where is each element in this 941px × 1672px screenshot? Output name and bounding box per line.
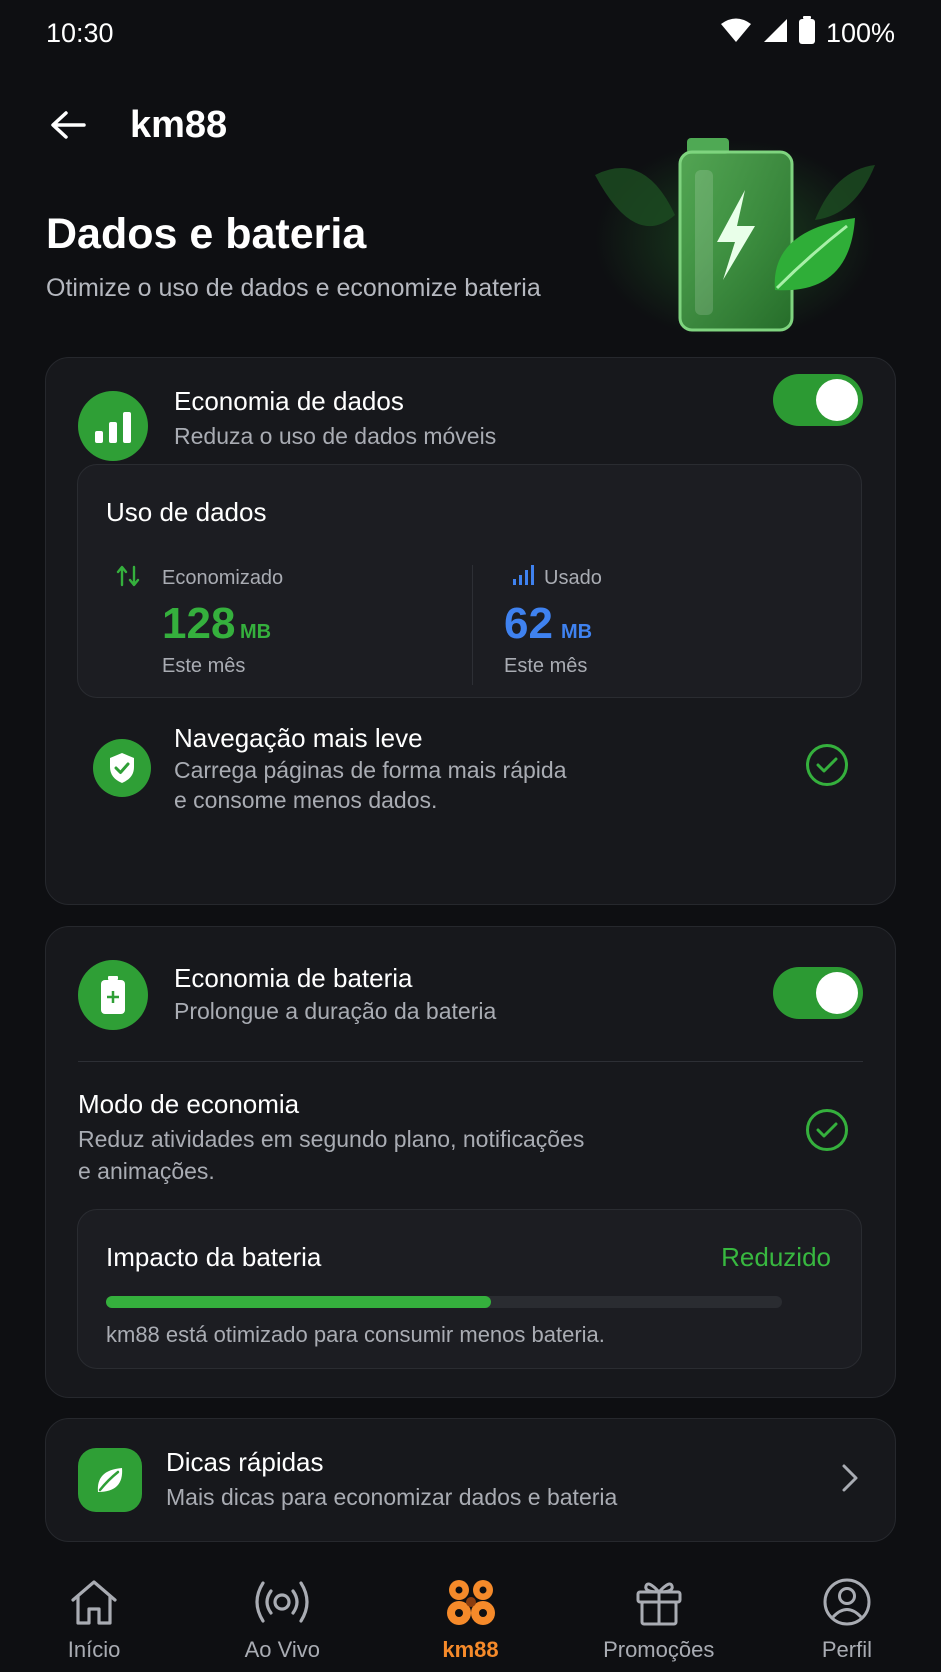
saved-period: Este mês xyxy=(162,655,246,677)
nav-item-promocoes[interactable]: Promoções xyxy=(565,1555,753,1672)
saved-unit: MB xyxy=(240,621,272,643)
transfer-arrows-icon xyxy=(116,565,140,592)
wifi-icon xyxy=(720,17,752,50)
light-nav-line2: e consome menos dados. xyxy=(174,787,438,813)
nav-item-inicio[interactable]: Início xyxy=(0,1555,188,1672)
battery-saver-toggle[interactable] xyxy=(773,967,863,1019)
battery-saver-subtitle: Prolongue a duração da bateria xyxy=(174,998,497,1024)
nav-label-inicio: Início xyxy=(67,1637,121,1662)
nav-item-perfil[interactable]: Perfil xyxy=(753,1555,941,1672)
signal-bars-icon xyxy=(512,565,534,590)
nav-label-km88: km88 xyxy=(442,1637,499,1662)
shield-check-icon xyxy=(93,739,151,797)
status-bar: 10:30 100% xyxy=(0,0,941,66)
arrow-left-icon xyxy=(51,111,86,139)
status-icons: 100% xyxy=(720,15,895,51)
back-button[interactable] xyxy=(46,103,90,147)
gift-icon xyxy=(631,1575,687,1629)
battery-impact-title: Impacto da bateria xyxy=(106,1242,322,1272)
data-saver-subtitle: Reduza o uso de dados móveis xyxy=(174,423,497,449)
saved-label: Economizado xyxy=(162,567,284,589)
nav-item-km88[interactable]: km88 xyxy=(376,1555,564,1672)
economy-mode-line2: e animações. xyxy=(78,1158,215,1184)
app-title: km88 xyxy=(130,103,228,146)
section-divider xyxy=(78,1061,863,1062)
battery-saver-title: Economia de bateria xyxy=(174,963,413,993)
data-saver-title: Economia de dados xyxy=(174,386,404,416)
battery-impact-box: Impacto da bateria Reduzido km88 está ot… xyxy=(77,1209,862,1369)
battery-impact-note: km88 está otimizado para consumir menos … xyxy=(106,1322,605,1347)
check-circle-icon xyxy=(806,744,848,786)
battery-impact-status: Reduzido xyxy=(721,1242,831,1272)
quick-tips-subtitle: Mais dicas para economizar dados e bater… xyxy=(166,1484,618,1510)
nav-item-ao-vivo[interactable]: Ao Vivo xyxy=(188,1555,376,1672)
light-nav-title: Navegação mais leve xyxy=(174,723,423,753)
quick-tips-title: Dicas rápidas xyxy=(166,1447,324,1477)
chevron-right-icon[interactable] xyxy=(841,1463,859,1498)
data-usage-title: Uso de dados xyxy=(106,497,267,527)
nav-label-ao-vivo: Ao Vivo xyxy=(244,1637,321,1662)
battery-percent: 100% xyxy=(825,17,895,48)
battery-icon xyxy=(798,15,816,51)
page-subtitle: Otimize o uso de dados e economize bater… xyxy=(46,274,541,302)
live-broadcast-icon xyxy=(254,1575,310,1629)
battery-impact-bar-fill xyxy=(106,1296,492,1308)
battery-saver-icon xyxy=(78,960,148,1030)
battery-saver-card: Economia de bateria Prolongue a duração … xyxy=(45,926,896,1398)
used-value: 62 xyxy=(504,599,553,648)
battery-impact-bar xyxy=(106,1296,782,1308)
quick-tips-card[interactable]: Dicas rápidas Mais dicas para economizar… xyxy=(45,1418,896,1542)
profile-icon xyxy=(819,1575,875,1629)
nav-label-promocoes: Promoções xyxy=(603,1637,715,1662)
check-circle-icon xyxy=(806,1109,848,1151)
used-unit: MB xyxy=(561,621,593,643)
nav-label-perfil: Perfil xyxy=(821,1637,872,1662)
data-saver-card: Economia de dados Reduza o uso de dados … xyxy=(45,357,896,905)
cellular-signal-icon xyxy=(762,17,788,50)
stats-divider xyxy=(472,565,473,685)
km88-logo-icon xyxy=(443,1575,499,1629)
data-saver-icon xyxy=(78,391,148,461)
page-title: Dados e bateria xyxy=(46,210,367,258)
toggle-knob xyxy=(816,379,858,421)
used-label: Usado xyxy=(544,567,602,589)
data-saver-toggle[interactable] xyxy=(773,374,863,426)
battery-leaf-illustration xyxy=(585,130,885,340)
bottom-navigation: Início Ao Vivo km88 Promoções Perfil xyxy=(0,1555,941,1672)
used-period: Este mês xyxy=(504,655,588,677)
toggle-knob xyxy=(816,972,858,1014)
leaf-icon xyxy=(78,1448,142,1512)
economy-mode-line1: Reduz atividades em segundo plano, notif… xyxy=(78,1126,585,1152)
status-time: 10:30 xyxy=(46,17,114,48)
saved-value: 128 xyxy=(162,599,236,648)
home-icon xyxy=(66,1575,122,1629)
light-nav-line1: Carrega páginas de forma mais rápida xyxy=(174,757,567,783)
data-usage-box: Uso de dados Economizado 128 MB Este mês… xyxy=(77,464,862,698)
economy-mode-title: Modo de economia xyxy=(78,1089,300,1119)
